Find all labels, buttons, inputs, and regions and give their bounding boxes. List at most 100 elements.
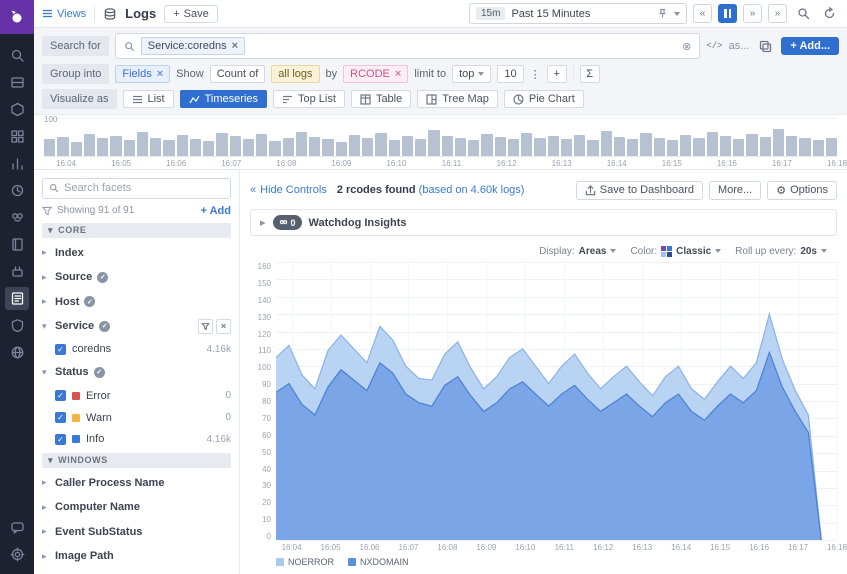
histogram-bar[interactable] xyxy=(587,140,598,156)
histogram-bar[interactable] xyxy=(707,132,718,156)
integrations-icon[interactable] xyxy=(5,260,29,283)
top-select[interactable]: top xyxy=(452,65,491,83)
histogram-bar[interactable] xyxy=(720,136,731,156)
histogram-bar[interactable] xyxy=(481,134,492,156)
metrics-icon[interactable] xyxy=(5,152,29,175)
histogram-bar[interactable] xyxy=(124,140,135,156)
add-group-button[interactable]: + xyxy=(547,65,567,83)
hide-controls-link[interactable]: « Hide Controls xyxy=(250,184,327,196)
histogram-bar[interactable] xyxy=(150,138,161,157)
security-icon[interactable] xyxy=(5,314,29,337)
based-on-logs-link[interactable]: (based on 4.60k logs) xyxy=(419,184,525,196)
top-n-select[interactable]: 10 xyxy=(497,65,523,83)
histogram-bar[interactable] xyxy=(230,136,241,156)
host-map-icon[interactable] xyxy=(5,98,29,121)
facet-value-coredns[interactable]: ✓ coredns 4.16k xyxy=(42,341,231,358)
histogram-bar[interactable] xyxy=(110,136,121,156)
settings-gear-icon[interactable] xyxy=(5,543,29,566)
histogram-bar[interactable] xyxy=(654,138,665,157)
apm-icon[interactable] xyxy=(5,179,29,202)
facet-item-source[interactable]: ▸Source✓ xyxy=(42,267,231,287)
timeseries-plot[interactable] xyxy=(276,262,837,541)
pause-button[interactable] xyxy=(718,4,737,23)
rollup-select[interactable]: 20s xyxy=(800,246,827,257)
histogram-bar[interactable] xyxy=(389,140,400,156)
histogram-bar[interactable] xyxy=(667,140,678,156)
step-back-button[interactable]: « xyxy=(693,4,712,23)
search-filter-chip[interactable]: Service:coredns × xyxy=(141,37,245,55)
histogram-bar[interactable] xyxy=(269,141,280,156)
all-logs-chip[interactable]: all logs xyxy=(271,65,319,83)
facet-item-caller-process-name[interactable]: ▸Caller Process Name xyxy=(42,473,231,493)
viz-toplist-button[interactable]: Top List xyxy=(273,90,345,108)
options-button[interactable]: ⚙ Options xyxy=(767,181,837,200)
datadog-logo[interactable] xyxy=(0,0,34,34)
zoom-icon[interactable] xyxy=(793,4,813,24)
histogram-bar[interactable] xyxy=(773,129,784,156)
refresh-icon[interactable] xyxy=(819,4,839,24)
facet-value-error[interactable]: ✓ Error 0 xyxy=(42,387,231,404)
histogram-bar[interactable] xyxy=(309,137,320,156)
histogram-bar[interactable] xyxy=(349,135,360,156)
rcode-chip[interactable]: RCODE × xyxy=(343,65,408,83)
facet-item-index[interactable]: ▸Index xyxy=(42,243,231,263)
remove-fields-icon[interactable]: × xyxy=(157,68,163,80)
histogram-bar[interactable] xyxy=(283,138,294,156)
checkbox-checked[interactable]: ✓ xyxy=(55,434,66,445)
histogram-bar[interactable] xyxy=(799,138,810,156)
facet-item-image-path[interactable]: ▸Image Path xyxy=(42,547,231,567)
save-as-label[interactable]: as... xyxy=(729,40,750,52)
chevron-down-icon[interactable] xyxy=(674,12,680,16)
add-facet-button[interactable]: + Add xyxy=(201,205,231,217)
more-options-icon[interactable]: ⋮ xyxy=(530,68,541,81)
histogram-bar[interactable] xyxy=(760,137,771,156)
checkbox-checked[interactable]: ✓ xyxy=(55,412,66,423)
search-input[interactable]: Service:coredns × ⊗ xyxy=(115,33,701,59)
facet-item-computer-name[interactable]: ▸Computer Name xyxy=(42,497,231,517)
histogram-bar[interactable] xyxy=(256,134,267,156)
histogram-bar[interactable] xyxy=(44,139,55,156)
viz-timeseries-button[interactable]: Timeseries xyxy=(180,90,267,108)
facet-section-windows[interactable]: ▾WINDOWS xyxy=(42,453,231,468)
histogram-bar[interactable] xyxy=(574,135,585,156)
histogram-bar[interactable] xyxy=(190,139,201,156)
checkbox-checked[interactable]: ✓ xyxy=(55,344,66,355)
histogram-bar[interactable] xyxy=(693,138,704,156)
count-of-select[interactable]: Count of xyxy=(210,65,266,83)
histogram-bar[interactable] xyxy=(640,133,651,156)
viz-treemap-button[interactable]: Tree Map xyxy=(417,90,498,108)
logs-nav-icon[interactable] xyxy=(5,287,29,310)
histogram-bar[interactable] xyxy=(455,138,466,156)
facet-value-info[interactable]: ✓ Info 4.16k xyxy=(42,431,231,448)
histogram-bar[interactable] xyxy=(177,135,188,156)
time-range-picker[interactable]: 15m Past 15 Minutes xyxy=(469,3,687,24)
histogram-bar[interactable] xyxy=(468,140,479,156)
viz-table-button[interactable]: Table xyxy=(351,90,411,108)
remove-rcode-icon[interactable]: × xyxy=(395,68,401,80)
facet-item-event-substatus[interactable]: ▸Event SubStatus xyxy=(42,522,231,542)
histogram-bar[interactable] xyxy=(97,138,108,156)
histogram-bar[interactable] xyxy=(428,130,439,156)
histogram-bar[interactable] xyxy=(813,140,824,156)
histogram-bar[interactable] xyxy=(362,138,373,156)
histogram-bar[interactable] xyxy=(375,133,386,156)
histogram-bar[interactable] xyxy=(415,139,426,156)
pin-icon[interactable] xyxy=(657,8,668,19)
facet-item-host[interactable]: ▸Host✓ xyxy=(42,292,231,312)
histogram-bar[interactable] xyxy=(84,134,95,156)
add-button[interactable]: + Add... xyxy=(781,37,839,55)
views-menu[interactable]: Views xyxy=(42,8,86,20)
remove-chip-icon[interactable]: × xyxy=(232,40,238,52)
histogram-bar[interactable] xyxy=(163,140,174,156)
more-button[interactable]: More... xyxy=(709,181,761,200)
histogram-bar[interactable] xyxy=(243,139,254,156)
facet-item-service[interactable]: ▾ Service ✓ × xyxy=(42,316,231,336)
facet-search[interactable] xyxy=(42,178,231,199)
histogram-bar[interactable] xyxy=(137,132,148,156)
dashboards-icon[interactable] xyxy=(5,125,29,148)
histogram-bar[interactable] xyxy=(322,139,333,156)
code-view-icon[interactable]: </> xyxy=(706,41,722,51)
histogram-bar[interactable] xyxy=(561,139,572,156)
histogram-bar[interactable] xyxy=(71,142,82,156)
histogram-bar[interactable] xyxy=(548,136,559,156)
